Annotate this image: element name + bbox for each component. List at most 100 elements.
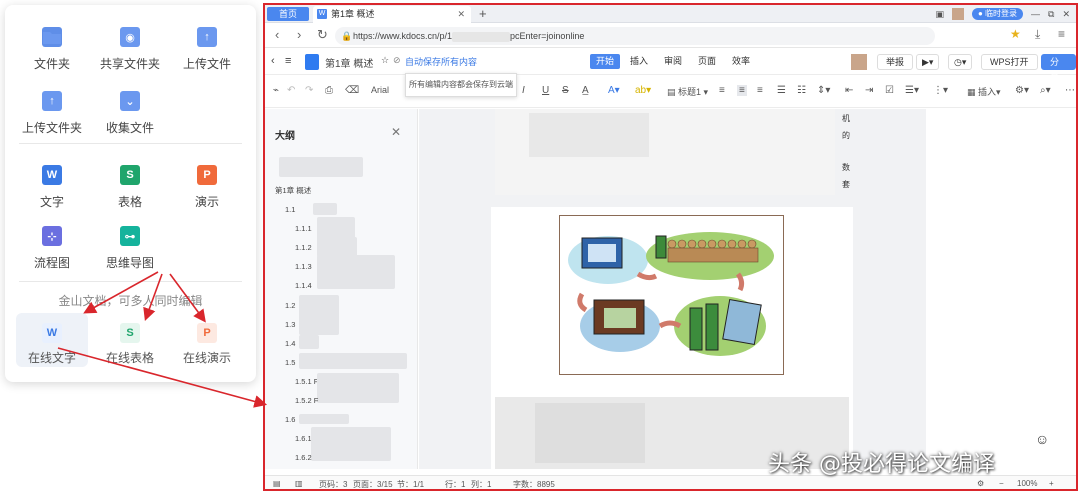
new-mindmap-item[interactable]: ⊶ 思维导图 (90, 226, 170, 271)
page-view-icon[interactable]: ▥ (295, 479, 303, 488)
align-left-icon[interactable]: ≡ (719, 85, 725, 96)
row-number: 行：1 (445, 480, 466, 489)
tab-review[interactable]: 审阅 (658, 54, 688, 69)
assistant-icon[interactable]: ☺ (1035, 431, 1049, 447)
outline-toggle-icon[interactable]: ▤ (273, 479, 281, 488)
outline-item[interactable]: 1.6 (285, 415, 295, 424)
numbered-list-icon[interactable]: ⋮▾ (933, 85, 948, 96)
reload-icon[interactable]: ↻ (317, 27, 328, 43)
outline-item[interactable]: 1.5.2 F (295, 396, 318, 405)
outline-item[interactable]: 1.1.3 (295, 262, 312, 271)
new-writer-item[interactable]: W 文字 (12, 165, 92, 210)
tab-document[interactable]: W 第1章 概述 ✕ (313, 6, 471, 23)
online-spreadsheet-button[interactable]: S 在线表格 (94, 313, 166, 367)
tools-icon[interactable]: ⚙▾ (1015, 85, 1029, 96)
autosave-status[interactable]: 自动保存所有内容 (405, 55, 477, 68)
distribute-icon[interactable]: ☷ (797, 85, 806, 96)
collapse-icon[interactable]: ‹ (271, 55, 275, 67)
outline-item[interactable]: 1.1.1 (295, 224, 312, 233)
align-right-icon[interactable]: ≡ (757, 85, 763, 96)
user-avatar[interactable] (851, 54, 867, 70)
restore-icon[interactable]: ⧉ (1048, 9, 1054, 20)
underline-icon[interactable]: U (542, 85, 549, 96)
tab-page[interactable]: 页面 (692, 54, 722, 69)
outline-item[interactable]: 1.1 (285, 205, 295, 214)
url-suffix: pcEnter=joinonline (510, 31, 585, 41)
search-icon[interactable]: ⌕▾ (1040, 85, 1051, 96)
folder-item[interactable]: 文件夹 (12, 27, 92, 72)
close-tab-icon[interactable]: ✕ (457, 6, 465, 23)
outline-item[interactable]: 1.5.1 F (295, 377, 318, 386)
zoom-level[interactable]: 100% (1017, 479, 1037, 488)
online-writer-button[interactable]: W 在线文字 (16, 313, 88, 367)
new-presentation-item[interactable]: P 演示 (167, 165, 247, 210)
outline-item[interactable]: 1.6.2 (295, 453, 312, 462)
paint-format-icon[interactable]: ⌁ (273, 85, 279, 96)
tab-efficiency[interactable]: 效率 (726, 54, 756, 69)
present-icon[interactable]: ▶▾ (916, 54, 940, 70)
minimize-icon[interactable]: — (1031, 9, 1040, 19)
justify-icon[interactable]: ☰ (777, 85, 786, 96)
document-title[interactable]: 第1章 概述 (325, 55, 373, 70)
italic-icon[interactable]: I (522, 85, 525, 96)
tab-home[interactable]: 首页 (267, 7, 309, 21)
shared-folder-item[interactable]: ◉ 共享文件夹 (90, 27, 170, 72)
new-tab-button[interactable]: + (479, 5, 487, 22)
upload-file-item[interactable]: ↑ 上传文件 (167, 27, 247, 72)
url-input[interactable]: 🔒 https://www.kdocs.cn/p/1 pcEnter=joinon… (335, 27, 935, 45)
zoom-in-icon[interactable]: + (1049, 479, 1054, 488)
outline-item[interactable]: 第1章 概述 (275, 185, 311, 196)
doc-menu-icon[interactable]: ≡ (285, 55, 291, 67)
lock-icon: 🔒 (341, 31, 353, 41)
outline-item[interactable]: 1.5 (285, 358, 295, 367)
more-icon[interactable]: ⋯ (1065, 85, 1075, 96)
outline-item[interactable]: 1.2 (285, 301, 295, 310)
line-spacing-icon[interactable]: ⇕▾ (817, 85, 830, 96)
checkbox-icon[interactable]: ☑ (885, 85, 894, 96)
outline-item[interactable]: 1.1.4 (295, 281, 312, 290)
share-button[interactable]: 分享 (1041, 54, 1076, 81)
indent-decrease-icon[interactable]: ⇤ (845, 85, 853, 96)
highlight-icon[interactable]: ab▾ (635, 85, 651, 96)
avatar[interactable] (951, 8, 964, 20)
star-icon[interactable]: ★ (1010, 27, 1021, 41)
redo-icon[interactable]: ↷ (305, 85, 313, 96)
clear-format-icon[interactable]: ⌫ (345, 85, 359, 96)
sync-icon[interactable]: ⚙ (977, 479, 984, 488)
tab-insert[interactable]: 插入 (624, 54, 654, 69)
format-brush-icon[interactable]: ⎙ (325, 85, 333, 96)
new-flowchart-item[interactable]: ⊹ 流程图 (12, 226, 92, 271)
outline-item[interactable]: 1.3 (285, 320, 295, 329)
forward-icon[interactable]: › (297, 27, 301, 42)
tab-start[interactable]: 开始 (590, 54, 621, 69)
superscript-icon[interactable]: A̲ (582, 85, 589, 96)
history-icon[interactable]: ◷▾ (948, 54, 973, 70)
collect-file-item[interactable]: ⌄ 收集文件 (90, 91, 170, 136)
upload-folder-item[interactable]: ↑ 上传文件夹 (12, 91, 92, 136)
back-icon[interactable]: ‹ (275, 27, 279, 42)
zoom-out-icon[interactable]: − (999, 479, 1004, 488)
report-button[interactable]: 举报 (877, 54, 914, 70)
wps-open-button[interactable]: WPS打开 (981, 54, 1038, 70)
font-color-icon[interactable]: A▾ (608, 85, 620, 96)
strikethrough-icon[interactable]: S (562, 85, 569, 96)
outline-close-icon[interactable]: ✕ (391, 125, 401, 139)
new-spreadsheet-item[interactable]: S 表格 (90, 165, 170, 210)
font-name-select[interactable]: Arial (371, 85, 389, 95)
undo-icon[interactable]: ↶ (287, 85, 295, 96)
bullet-list-icon[interactable]: ☰▾ (905, 85, 919, 96)
outline-item[interactable]: 1.6.1 (295, 434, 312, 443)
menu-icon[interactable]: ≡ (1058, 27, 1065, 41)
login-button[interactable]: ● 临时登录 (971, 8, 1024, 20)
favorite-icon[interactable]: ☆ (381, 55, 389, 66)
keyboard-icon[interactable]: ▣ (935, 9, 944, 20)
insert-menu[interactable]: ▦ 插入▾ (967, 85, 1001, 98)
close-window-icon[interactable]: ✕ (1062, 9, 1070, 20)
download-icon[interactable]: ⤓ (1035, 27, 1040, 42)
outline-item[interactable]: 1.1.2 (295, 243, 312, 252)
heading-style-select[interactable]: ▤ 标题1 ▾ (667, 85, 708, 98)
outline-item[interactable]: 1.4 (285, 339, 295, 348)
online-presentation-button[interactable]: P 在线演示 (171, 313, 243, 367)
indent-increase-icon[interactable]: ⇥ (865, 85, 873, 96)
align-center-icon[interactable]: ≡ (737, 85, 747, 96)
